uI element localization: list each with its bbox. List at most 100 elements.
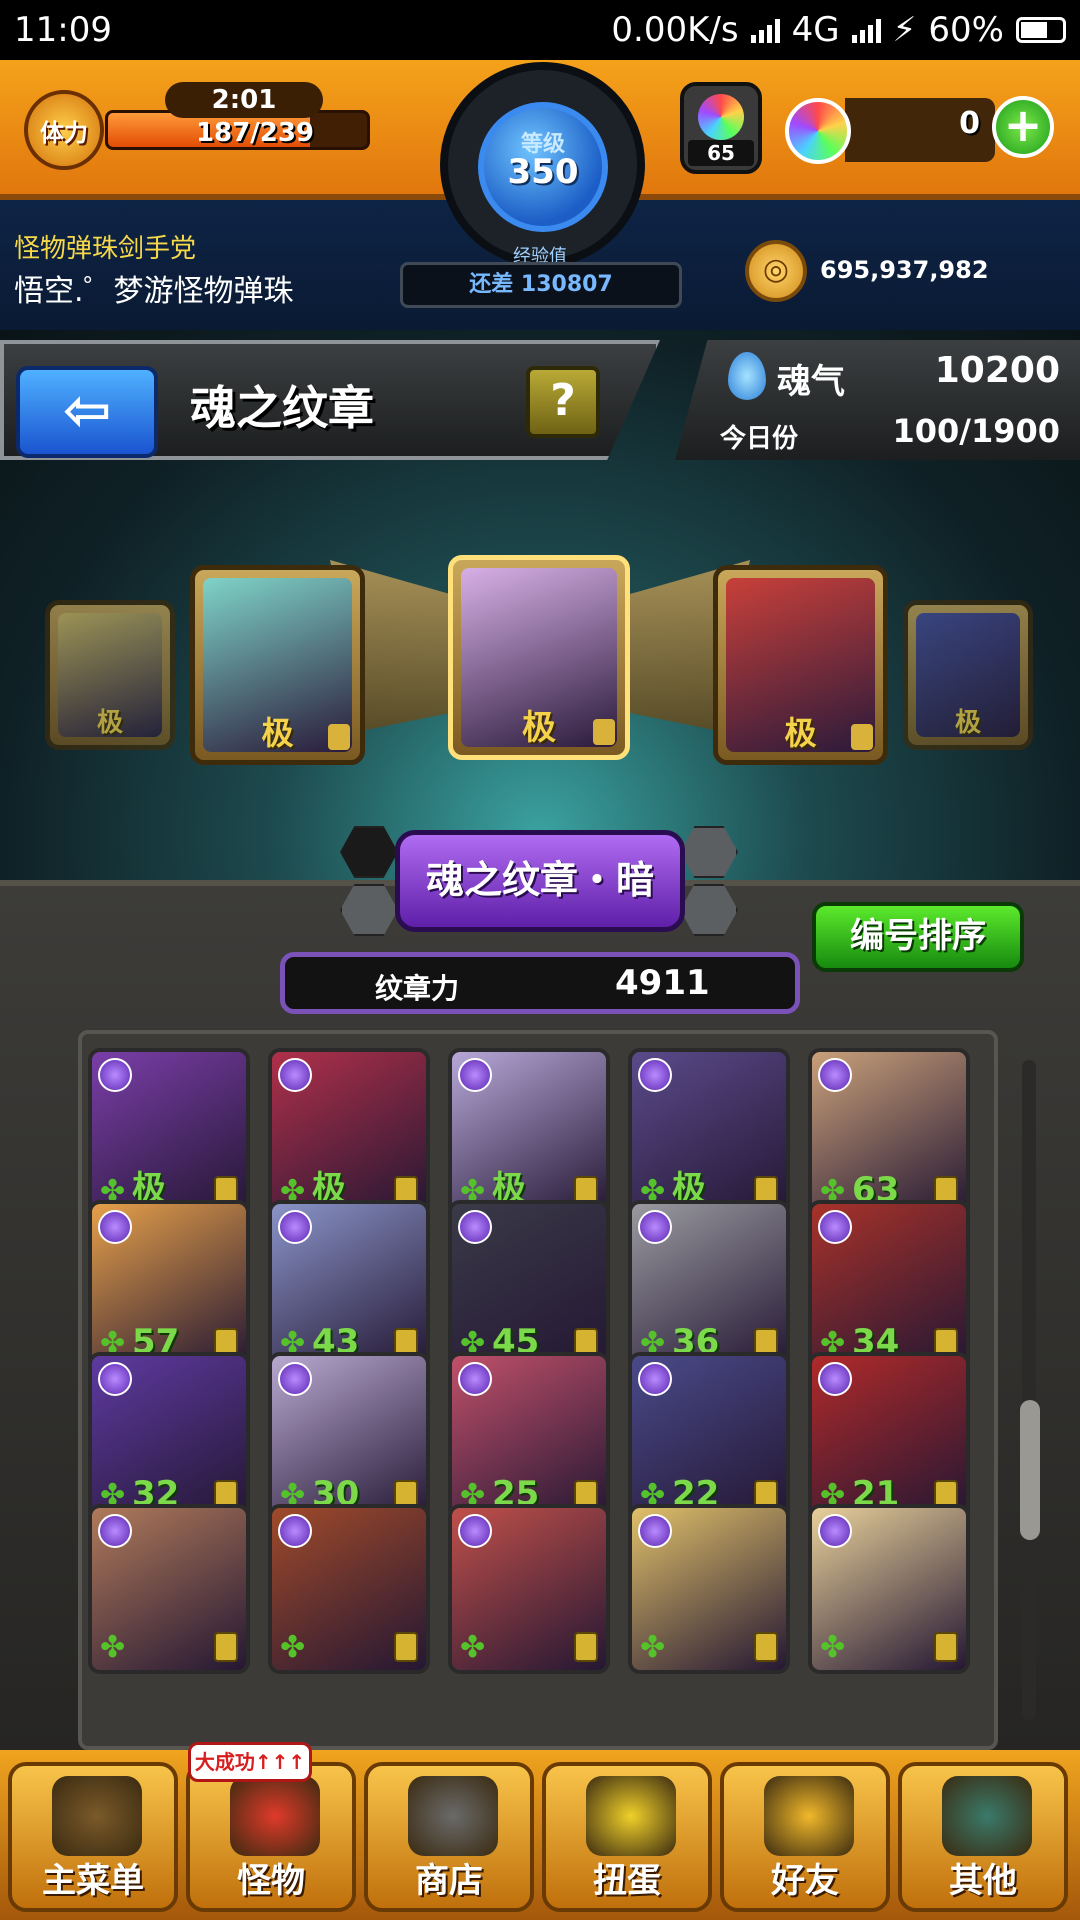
monster-card[interactable]: ✤ (628, 1504, 790, 1674)
buy-orb-button[interactable]: + (992, 96, 1054, 158)
stamina-value: 187/239 (195, 118, 315, 148)
carousel-emblem[interactable]: 极 (713, 565, 888, 765)
dark-element-icon (638, 1362, 672, 1396)
nav-item[interactable]: 主菜单 (8, 1762, 178, 1912)
nav-item[interactable]: 其他 (898, 1762, 1068, 1912)
dark-element-icon (458, 1362, 492, 1396)
nav-item[interactable]: 扭蛋 (542, 1762, 712, 1912)
gacha-success-badge: 大成功↑↑↑ (188, 1742, 312, 1782)
orb-icon (408, 1776, 498, 1856)
rank-value: 350 (507, 152, 579, 192)
signal-icon-2 (851, 17, 881, 43)
dark-element-icon (98, 1210, 132, 1244)
carousel-emblem[interactable]: 极 (45, 600, 175, 750)
carousel-emblem-selected[interactable]: 极 (448, 555, 630, 760)
dark-element-icon (818, 1514, 852, 1548)
monster-card[interactable]: ✤ 21 (808, 1352, 970, 1522)
monster-grid: ✤ 极 ✤ 极 ✤ 极 ✤ 极 ✤ 63 ✤ 57 ✤ 43 ✤ 45 ✤ 36 ✤ 34 ✤ 32 ✤ 30 ✤ 25 ✤ 22 ✤ 2… (78, 1030, 998, 1750)
lock-icon (593, 719, 615, 745)
sort-by-number-button[interactable]: 编号排序 (812, 902, 1024, 972)
monster-card[interactable]: ✤ 极 (88, 1048, 250, 1218)
monster-card[interactable]: ✤ 22 (628, 1352, 790, 1522)
clover-icon: ✤ (820, 1630, 846, 1665)
network-type: 4G (791, 10, 840, 50)
monster-icon (230, 1776, 320, 1856)
clover-icon: ✤ (100, 1630, 126, 1665)
emblem-rank: 极 (96, 708, 123, 738)
dark-element-icon (278, 1210, 312, 1244)
dark-element-icon (458, 1514, 492, 1548)
orb-stock-count: 65 (688, 140, 754, 166)
emblem-rank: 极 (954, 708, 981, 738)
stamina-timer: 2:01 (165, 82, 323, 118)
emblem-power-bar: 纹章力 4911 (280, 952, 800, 1014)
user-name: 悟空.゜梦游怪物弹珠 (14, 274, 294, 309)
status-bar: 11:09 0.00K/s 4G ⚡ 60% (0, 0, 1080, 60)
nav-label: 扭蛋 (593, 1861, 661, 1901)
lock-icon (754, 1632, 778, 1662)
exp-remaining: 还差 130807 (400, 262, 682, 308)
stamina-badge[interactable]: 体力 (24, 90, 104, 170)
nav-item[interactable]: 好友 (720, 1762, 890, 1912)
today-label: 今日份 (720, 424, 799, 454)
help-button[interactable]: ? (526, 366, 600, 438)
monster-card[interactable]: ✤ 34 (808, 1200, 970, 1370)
dark-element-icon (458, 1058, 492, 1092)
dark-element-icon (818, 1362, 852, 1396)
question-icon (942, 1776, 1032, 1856)
monster-card[interactable]: ✤ 36 (628, 1200, 790, 1370)
grid-scrollbar[interactable] (1022, 1060, 1036, 1720)
carousel-emblem[interactable]: 极 (903, 600, 1033, 750)
monster-card[interactable]: ✤ 63 (808, 1048, 970, 1218)
monster-card[interactable]: ✤ 30 (268, 1352, 430, 1522)
nav-item[interactable]: 商店 (364, 1762, 534, 1912)
today-value: 100/1900 (892, 412, 1060, 450)
user-title: 怪物弹珠剑手党 (14, 234, 197, 264)
clover-icon: ✤ (460, 1630, 486, 1665)
rank-badge[interactable]: 等级 350 (478, 102, 608, 232)
monster-card[interactable]: ✤ 极 (628, 1048, 790, 1218)
monster-card[interactable]: ✤ 极 (448, 1048, 610, 1218)
monster-card[interactable]: ✤ 极 (268, 1048, 430, 1218)
monster-card[interactable]: ✤ (268, 1504, 430, 1674)
nav-label: 怪物 (237, 1861, 305, 1901)
egg-icon (586, 1776, 676, 1856)
lock-icon (328, 724, 350, 750)
monster-card[interactable]: ✤ (808, 1504, 970, 1674)
emblem-power-value: 4911 (615, 963, 710, 1003)
monster-card[interactable]: ✤ 43 (268, 1200, 430, 1370)
net-speed: 0.00K/s (611, 10, 739, 50)
monster-card[interactable]: ✤ 45 (448, 1200, 610, 1370)
dark-element-icon (818, 1058, 852, 1092)
soul-label: 魂气 (777, 362, 845, 402)
nav-item[interactable]: 怪物 (186, 1762, 356, 1912)
clock: 11:09 (14, 10, 112, 50)
emblem-section-title[interactable]: 魂之纹章・暗 (395, 830, 685, 932)
dark-element-icon (278, 1514, 312, 1548)
dark-element-icon (458, 1210, 492, 1244)
back-button[interactable]: ⇦ (16, 366, 158, 458)
battery-icon (1016, 17, 1066, 43)
carousel-emblem[interactable]: 极 (190, 565, 365, 765)
dark-element-icon (278, 1362, 312, 1396)
monster-card[interactable]: ✤ (448, 1504, 610, 1674)
monster-card[interactable]: ✤ 57 (88, 1200, 250, 1370)
scrollbar-thumb[interactable] (1020, 1400, 1040, 1540)
nav-label: 好友 (771, 1861, 839, 1901)
monster-card[interactable]: ✤ 25 (448, 1352, 610, 1522)
lock-icon (214, 1632, 238, 1662)
emblem-power-label: 纹章力 (375, 972, 460, 1005)
lock-icon (851, 724, 873, 750)
nav-label: 商店 (415, 1861, 483, 1901)
monster-card[interactable]: ✤ 32 (88, 1352, 250, 1522)
dark-element-icon (638, 1514, 672, 1548)
dark-element-icon (638, 1058, 672, 1092)
orb-stock-button[interactable]: 65 (680, 82, 762, 174)
rainbow-orb-icon (785, 98, 851, 164)
dark-element-icon (98, 1514, 132, 1548)
dark-element-icon (818, 1210, 852, 1244)
lock-icon (934, 1632, 958, 1662)
dark-element-icon (638, 1210, 672, 1244)
back-arrow-icon: ⇦ (62, 376, 112, 444)
monster-card[interactable]: ✤ (88, 1504, 250, 1674)
